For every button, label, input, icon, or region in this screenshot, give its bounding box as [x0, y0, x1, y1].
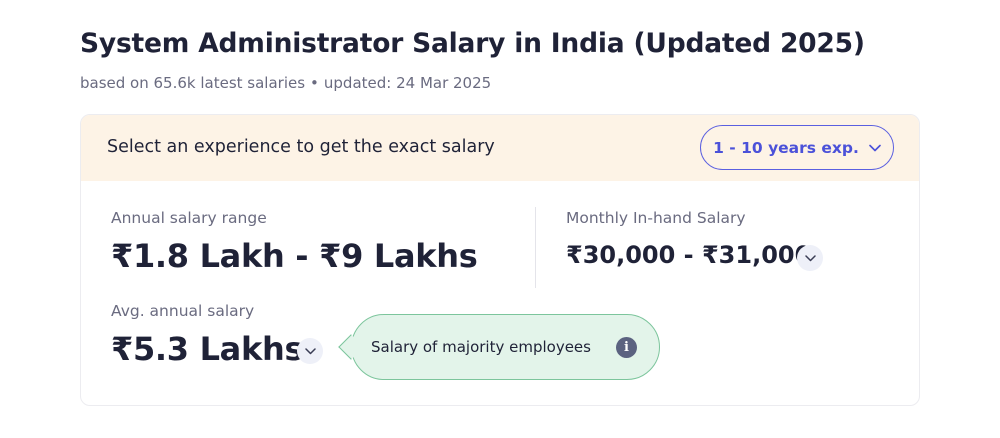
avg-annual-value: ₹5.3 Lakhs: [111, 330, 304, 368]
page-subtitle: based on 65.6k latest salaries • updated: …: [80, 74, 491, 92]
experience-dropdown-value: 1 - 10 years exp.: [713, 138, 859, 157]
annual-range-label: Annual salary range: [111, 209, 267, 227]
chevron-down-icon: [869, 144, 881, 151]
salary-card: Select an experience to get the exact sa…: [80, 114, 920, 406]
salary-count-text: based on 65.6k latest salaries: [80, 74, 306, 92]
majority-salary-tooltip: Salary of majority employees i: [338, 314, 660, 380]
tooltip-text: Salary of majority employees: [371, 338, 591, 356]
monthly-inhand-value: ₹30,000 - ₹31,000: [566, 241, 812, 269]
experience-prompt: Select an experience to get the exact sa…: [107, 137, 495, 157]
section-divider: [535, 207, 536, 288]
chevron-down-icon: [304, 347, 316, 354]
separator-dot: •: [310, 74, 319, 92]
avg-annual-label: Avg. annual salary: [111, 302, 255, 320]
avg-expand-button[interactable]: [297, 338, 323, 364]
tooltip-arrow: [338, 334, 364, 360]
annual-range-value: ₹1.8 Lakh - ₹9 Lakhs: [111, 237, 478, 275]
info-icon[interactable]: i: [616, 337, 637, 358]
monthly-expand-button[interactable]: [797, 245, 823, 271]
chevron-down-icon: [804, 254, 816, 261]
updated-date-text: updated: 24 Mar 2025: [323, 74, 492, 92]
experience-bar: Select an experience to get the exact sa…: [81, 115, 919, 181]
monthly-inhand-label: Monthly In-hand Salary: [566, 209, 746, 227]
experience-dropdown[interactable]: 1 - 10 years exp.: [700, 125, 894, 170]
page-title: System Administrator Salary in India (Up…: [80, 28, 865, 59]
